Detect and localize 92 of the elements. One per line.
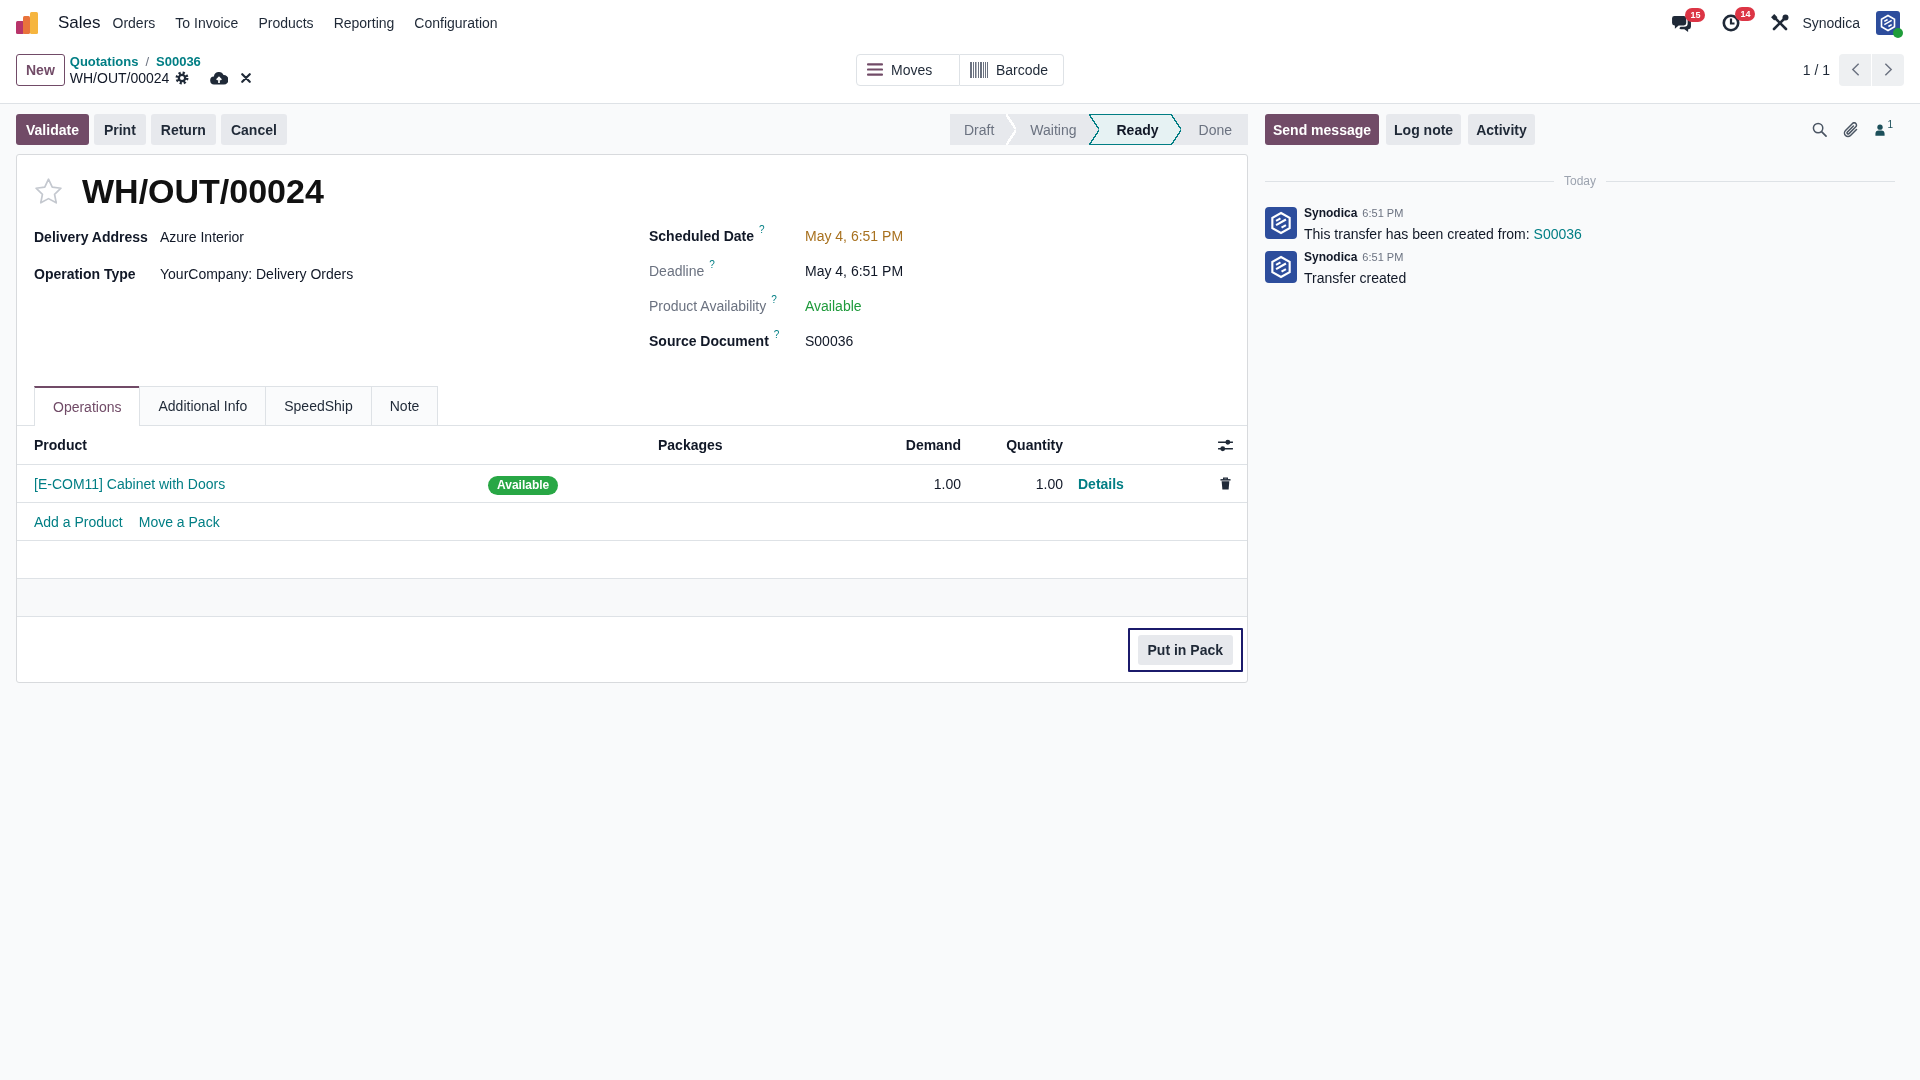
search-icon[interactable] — [1812, 122, 1828, 137]
breadcrumb-link[interactable]: S00036 — [156, 53, 201, 69]
view-button[interactable]: Barcode — [960, 53, 1064, 86]
tab[interactable]: SpeedShip — [265, 386, 372, 425]
message-text: This transfer has been created from: S00036 — [1304, 225, 1582, 243]
view-button[interactable]: Moves — [856, 53, 960, 86]
field-value: Available — [805, 297, 862, 314]
notification-badge: 14 — [1735, 7, 1756, 21]
next-button[interactable] — [1872, 53, 1904, 86]
field-label: Source Document — [649, 332, 769, 349]
menu-item[interactable]: Reporting — [323, 6, 405, 40]
person-icon[interactable] — [1875, 123, 1886, 136]
chat-icon[interactable] — [1672, 14, 1692, 32]
trash-icon[interactable] — [1219, 477, 1231, 490]
message-time: 6:51 PM — [1362, 207, 1404, 219]
help-mark[interactable]: ? — [759, 224, 765, 235]
previous-button[interactable] — [1839, 53, 1871, 86]
chatter-button[interactable]: Send message — [1265, 114, 1380, 145]
field-label: Scheduled Date — [649, 227, 755, 244]
breadcrumb-separator: / — [145, 53, 150, 69]
date-divider-label: Today — [1563, 174, 1597, 188]
chatter-button[interactable]: Log note — [1386, 114, 1462, 145]
list-icon — [867, 63, 883, 76]
field-value: Azure Interior — [160, 228, 245, 245]
column-header: Quantity — [1006, 437, 1063, 453]
paperclip-icon[interactable] — [1843, 121, 1860, 138]
chevron-right-icon — [1883, 62, 1893, 77]
pager-value: 1 / 1 — [1802, 61, 1830, 78]
status-stage[interactable]: Done — [1180, 114, 1248, 145]
status-stage[interactable]: Waiting — [1016, 114, 1099, 145]
tab[interactable]: Note — [370, 386, 439, 425]
new-button[interactable]: New — [16, 53, 65, 86]
notification-badge: 15 — [1685, 7, 1706, 22]
tab[interactable]: Additional Info — [139, 386, 267, 425]
barcode-icon — [970, 61, 988, 78]
action-button[interactable]: Return — [150, 114, 216, 145]
field-value: May 4, 6:51 PM — [805, 227, 904, 244]
add-line-link[interactable]: Move a Pack — [138, 513, 220, 530]
record-title: WH/OUT/00024 — [82, 171, 324, 211]
user-avatar-icon[interactable] — [1876, 11, 1900, 35]
record-name: WH/OUT/00024 — [69, 69, 170, 86]
menu-item[interactable]: Orders — [102, 6, 166, 40]
clock-icon[interactable] — [1722, 14, 1741, 32]
message-author: Synodica — [1304, 206, 1358, 220]
details-link[interactable]: Details — [1078, 475, 1124, 492]
add-line-link[interactable]: Add a Product — [34, 513, 123, 530]
column-header: Product — [34, 437, 87, 453]
cloud-upload-icon[interactable] — [210, 70, 229, 85]
table-cell: 1.00 — [1035, 475, 1063, 492]
field-label: Operation Type — [34, 265, 136, 282]
user-avatar-icon — [1265, 251, 1297, 283]
breadcrumb-link[interactable]: Quotations — [69, 53, 139, 69]
tools-icon[interactable] — [1771, 14, 1790, 32]
column-header: Demand — [905, 437, 961, 453]
message-time: 6:51 PM — [1362, 251, 1404, 263]
field-label: Product Availability — [649, 297, 767, 314]
status-stage[interactable]: Ready — [1098, 114, 1181, 145]
chevron-left-icon — [1850, 62, 1860, 77]
help-mark[interactable]: ? — [709, 259, 715, 270]
record-link[interactable]: S00036 — [1533, 226, 1582, 242]
availability-badge: Available — [488, 475, 559, 495]
star-icon[interactable] — [34, 176, 63, 206]
user-name[interactable]: Synodica — [1802, 15, 1860, 31]
put-in-pack-button[interactable]: Put in Pack — [1127, 627, 1243, 672]
field-label: Deadline — [649, 262, 705, 279]
action-button[interactable]: Validate — [16, 114, 89, 145]
follower-count[interactable]: 1 — [1887, 119, 1893, 130]
product-link[interactable]: [E-COM11] Cabinet with Doors — [34, 475, 226, 492]
column-header: Packages — [658, 437, 723, 453]
field-value: May 4, 6:51 PM — [805, 262, 904, 279]
help-mark[interactable]: ? — [773, 329, 780, 340]
message-author: Synodica — [1304, 250, 1358, 264]
action-button[interactable]: Print — [93, 114, 146, 145]
menu-item[interactable]: Products — [248, 6, 324, 40]
user-avatar-icon — [1265, 207, 1297, 239]
field-value: S00036 — [805, 332, 854, 349]
gear-icon[interactable] — [175, 70, 190, 85]
chatter-button[interactable]: Activity — [1468, 114, 1535, 145]
help-mark[interactable]: ? — [771, 294, 777, 305]
app-name[interactable]: Sales — [58, 13, 101, 33]
status-stage[interactable]: Draft — [950, 114, 1017, 145]
table-cell: 1.00 — [933, 475, 961, 492]
action-button[interactable]: Cancel — [220, 114, 287, 145]
close-icon[interactable] — [241, 72, 252, 83]
sliders-icon[interactable] — [1217, 438, 1233, 452]
field-value: YourCompany: Delivery Orders — [160, 265, 354, 282]
tab[interactable]: Operations — [34, 386, 141, 426]
message-text: Transfer created — [1304, 269, 1407, 287]
app-logo-icon[interactable] — [16, 12, 38, 34]
menu-item[interactable]: Configuration — [404, 6, 508, 40]
menu-item[interactable]: To Invoice — [165, 6, 249, 40]
field-label: Delivery Address — [34, 228, 148, 245]
